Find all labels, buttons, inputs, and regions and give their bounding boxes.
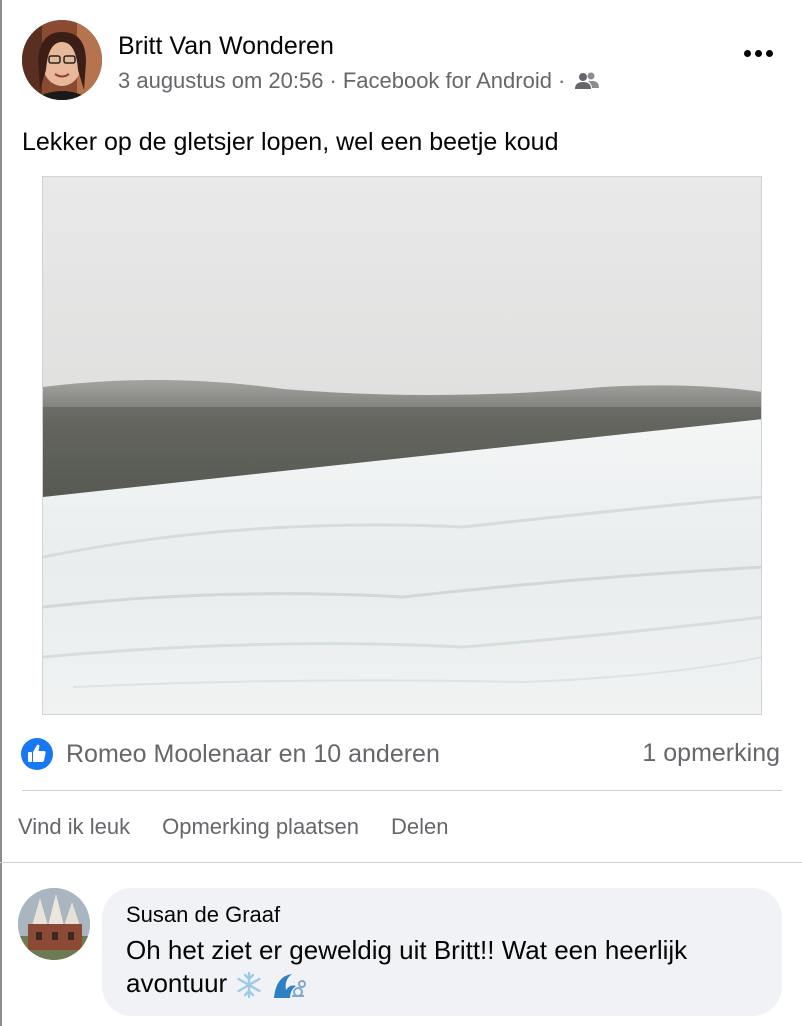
post-date[interactable]: 3 augustus om 20:56	[118, 68, 323, 94]
divider	[22, 790, 782, 791]
post-text: Lekker op de gletsjer lopen, wel een bee…	[22, 128, 559, 156]
friends-icon[interactable]	[575, 72, 600, 90]
more-options-icon[interactable]	[738, 38, 778, 68]
comment-text: Oh het ziet er geweldig uit Britt!! Wat …	[126, 934, 758, 1000]
commenter-avatar[interactable]	[18, 888, 90, 960]
comment-bubble: Susan de Graaf Oh het ziet er geweldig u…	[102, 888, 782, 1016]
author-name[interactable]: Britt Van Wonderen	[118, 32, 334, 61]
post-actions: Vind ik leuk Opmerking plaatsen Delen	[18, 814, 448, 840]
snowflake-icon	[237, 971, 262, 999]
reactions-label: Romeo Moolenaar en 10 anderen	[66, 739, 440, 768]
meta-separator: ·	[329, 68, 337, 93]
commenter-name[interactable]: Susan de Graaf	[126, 902, 758, 928]
comment-count[interactable]: 1 opmerking	[642, 739, 780, 768]
divider	[0, 862, 802, 863]
post-meta: 3 augustus om 20:56 · Facebook for Andro…	[118, 68, 600, 94]
reactions-summary[interactable]: Romeo Moolenaar en 10 anderen	[20, 737, 440, 771]
post-photo[interactable]	[42, 176, 762, 715]
wind-wave-icon	[273, 974, 306, 999]
like-icon	[21, 738, 53, 770]
post-source: Facebook for Android	[342, 68, 552, 93]
like-button[interactable]: Vind ik leuk	[18, 814, 130, 840]
author-avatar[interactable]	[22, 20, 102, 100]
meta-separator: ·	[557, 68, 566, 93]
comment-button[interactable]: Opmerking plaatsen	[162, 814, 359, 840]
comment-body: Oh het ziet er geweldig uit Britt!! Wat …	[126, 935, 688, 998]
share-button[interactable]: Delen	[391, 814, 448, 840]
